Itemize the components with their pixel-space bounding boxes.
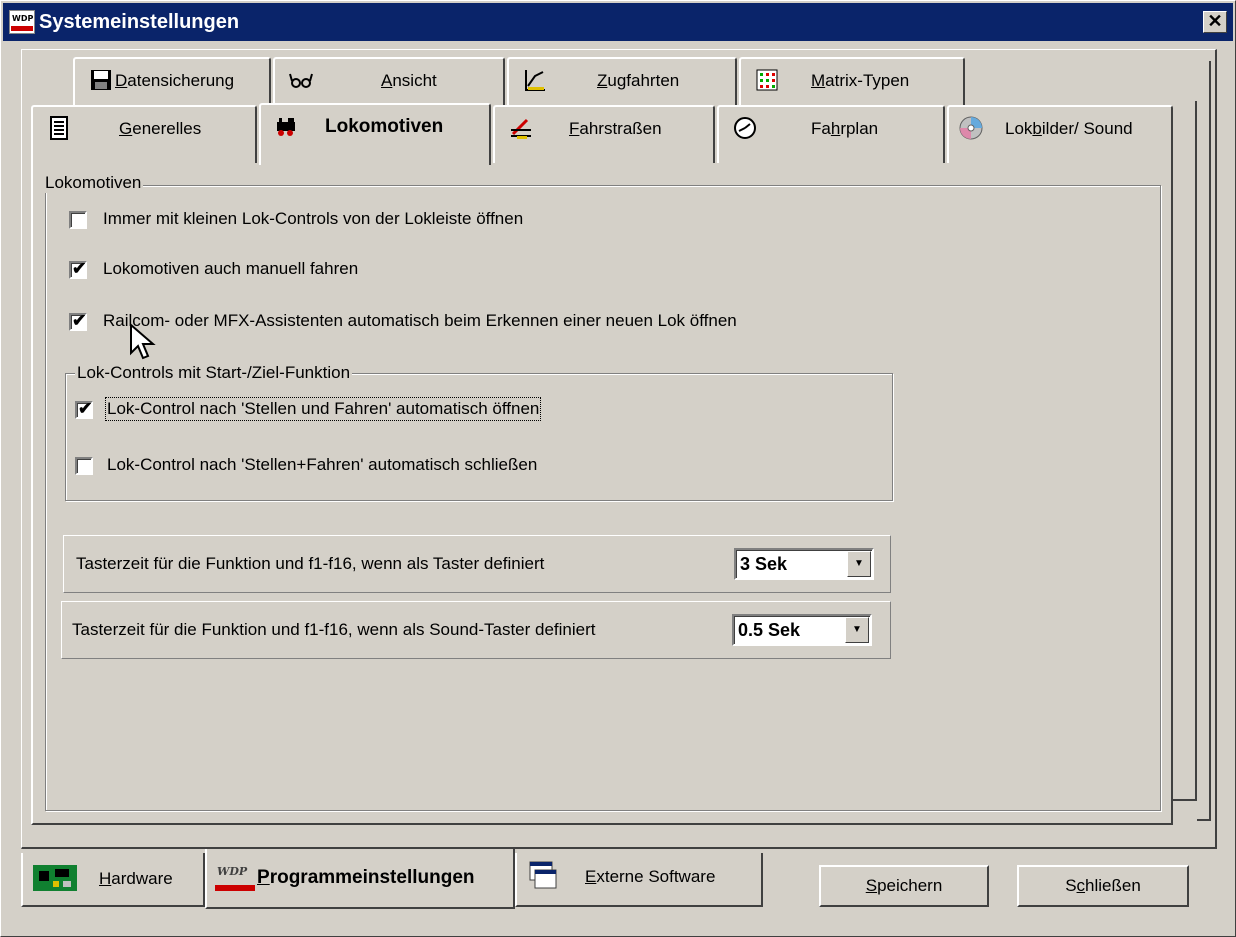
back-page-edge xyxy=(1173,101,1197,801)
close-button[interactable]: Schließen xyxy=(1017,865,1189,907)
tab-programmeinstellungen-label: Programmeinstellungen xyxy=(257,867,475,888)
label-stellen-fahren-schliessen: Lok-Control nach 'Stellen+Fahren' automa… xyxy=(107,455,538,474)
chevron-down-icon[interactable]: ▼ xyxy=(845,617,869,643)
tab-zugfahrten[interactable]: Zugfahrten xyxy=(507,57,737,107)
tab-programmeinstellungen[interactable]: WDP Programmeinstellungen xyxy=(205,849,515,909)
label-kleine-lok-controls: Immer mit kleinen Lok-Controls von der L… xyxy=(103,209,524,228)
label-manuell-fahren: Lokomotiven auch manuell fahren xyxy=(103,259,359,278)
locomotive-icon xyxy=(277,118,295,136)
label-railcom-mfx-assistent: Railcom- oder MFX-Assistenten automatisc… xyxy=(103,311,737,330)
window-title: Systemeinstellungen xyxy=(39,11,240,33)
tab-lokbilder-sound[interactable]: Lokbilder/ Sound xyxy=(947,105,1173,163)
checkbox-manuell-fahren[interactable]: ✔ xyxy=(69,259,87,279)
lokomotiven-group-label: Lokomotiven xyxy=(43,173,144,193)
tab-hardware[interactable]: Hardware xyxy=(21,853,205,907)
checkbox-kleine-lok-controls[interactable] xyxy=(69,211,87,229)
track-signal-icon xyxy=(511,118,531,139)
sound-tasterzeit-select[interactable]: 0.5 Sek ▼ xyxy=(732,614,872,646)
back-page-edge-2 xyxy=(1197,61,1211,821)
checkbox-stellen-fahren-schliessen[interactable] xyxy=(75,457,93,475)
checkmark-icon: ✔ xyxy=(78,399,93,418)
wdp-logo-icon: WDP xyxy=(215,863,255,893)
start-ziel-group-label: Lok-Controls mit Start-/Ziel-Funktion xyxy=(75,363,353,383)
title-bar: WDP Systemeinstellungen ✕ xyxy=(3,3,1233,41)
mouse-pointer-icon xyxy=(130,323,156,360)
tab-hardware-label: Hardware xyxy=(99,869,173,888)
wdp-app-icon: WDP xyxy=(9,10,35,34)
close-icon: ✕ xyxy=(1207,11,1223,31)
checkbox-railcom-mfx-assistent[interactable]: ✔ xyxy=(69,311,87,331)
tab-fahrplan[interactable]: Fahrplan xyxy=(717,105,945,163)
save-button[interactable]: Speichern xyxy=(819,865,989,907)
label-sound-tasterzeit: Tasterzeit für die Funktion und f1-f16, … xyxy=(72,620,596,639)
checkmark-icon: ✔ xyxy=(72,311,87,330)
settings-window: WDP Systemeinstellungen ✕ Datensicherung… xyxy=(0,0,1236,937)
lokomotiven-panel: Lokomotiven Immer mit kleinen Lok-Contro… xyxy=(31,163,1173,825)
glasses-icon xyxy=(289,73,313,88)
sound-taster-row: Tasterzeit für die Funktion und f1-f16, … xyxy=(61,601,891,659)
tasterzeit-select[interactable]: 3 Sek ▼ xyxy=(734,548,874,580)
application-window-icon xyxy=(529,861,557,889)
chevron-down-icon[interactable]: ▼ xyxy=(847,551,871,577)
clock-icon xyxy=(734,117,756,139)
tab-matrix-typen[interactable]: Matrix-Typen xyxy=(739,57,965,107)
route-chart-icon xyxy=(525,70,545,91)
tab-externe-software[interactable]: Externe Software xyxy=(515,853,763,907)
floppy-disk-icon xyxy=(91,70,111,90)
taster-row: Tasterzeit für die Funktion und f1-f16, … xyxy=(63,535,891,593)
start-ziel-groupbox xyxy=(65,373,893,501)
tab-ansicht[interactable]: Ansicht xyxy=(273,57,505,107)
tab-lokomotiven[interactable]: Lokomotiven xyxy=(259,103,491,165)
tab-datensicherung[interactable]: Datensicherung xyxy=(73,57,271,107)
label-stellen-fahren-oeffnen: Lok-Control nach 'Stellen und Fahren' au… xyxy=(104,397,542,421)
tab-externe-software-label: Externe Software xyxy=(585,867,716,886)
circuit-board-icon xyxy=(33,865,77,891)
cd-disc-icon xyxy=(959,116,983,140)
document-lines-icon xyxy=(50,116,68,140)
tab-fahrstrassen[interactable]: Fahrstraßen xyxy=(493,105,715,163)
close-window-button[interactable]: ✕ xyxy=(1203,11,1227,33)
tab-generelles[interactable]: Generelles xyxy=(31,105,257,163)
matrix-grid-icon xyxy=(756,69,778,91)
checkmark-icon: ✔ xyxy=(72,259,87,278)
label-tasterzeit: Tasterzeit für die Funktion und f1-f16, … xyxy=(76,554,545,573)
checkbox-stellen-fahren-oeffnen[interactable]: ✔ xyxy=(75,399,93,419)
